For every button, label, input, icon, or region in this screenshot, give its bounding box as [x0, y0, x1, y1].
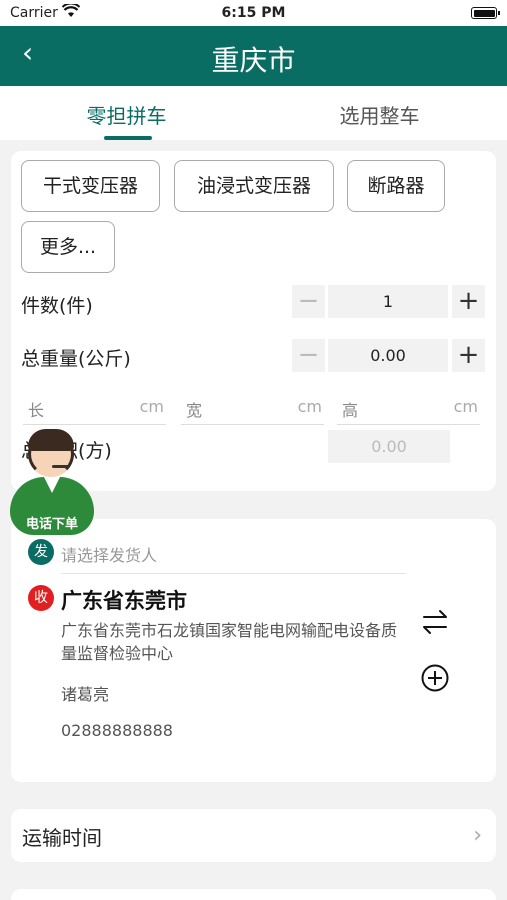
transport-time-row[interactable]: 运输时间 › — [11, 809, 496, 862]
chevron-right-icon: › — [473, 823, 482, 848]
active-tab-indicator — [104, 136, 152, 140]
receiver-city[interactable]: 广东省东莞市 — [61, 585, 187, 615]
agent-avatar-hair — [28, 429, 74, 451]
height-label: 高 — [342, 401, 359, 420]
divider — [61, 573, 406, 574]
status-bar: Carrier 6:15 PM — [0, 0, 507, 26]
battery-icon — [471, 7, 500, 19]
quantity-minus-button[interactable]: − — [292, 285, 325, 318]
next-card — [11, 889, 496, 900]
width-label: 宽 — [186, 401, 203, 420]
quantity-label: 件数(件) — [21, 295, 93, 317]
weight-label: 总重量(公斤) — [21, 348, 131, 370]
receiver-badge: 收 — [28, 585, 54, 611]
receiver-address[interactable]: 广东省东莞市石龙镇国家智能电网输配电设备质量监督检验中心 — [61, 619, 406, 665]
add-circle-icon[interactable] — [420, 663, 450, 693]
receiver-phone: 02888888888 — [61, 721, 173, 740]
category-chip-more[interactable]: 更多... — [21, 221, 115, 273]
receiver-name: 诸葛亮 — [61, 685, 110, 704]
tab-full-truck[interactable]: 选用整车 — [253, 100, 506, 129]
swap-icon[interactable] — [421, 607, 449, 637]
length-field[interactable]: 长 cm — [23, 395, 166, 425]
phone-order-button[interactable]: 电话下单 — [8, 425, 96, 537]
length-unit: cm — [139, 397, 164, 416]
page-title: 重庆市 — [211, 44, 296, 77]
width-field[interactable]: 宽 cm — [181, 395, 324, 425]
sender-badge: 发 — [28, 539, 54, 565]
height-field[interactable]: 高 cm — [337, 395, 480, 425]
address-card: 发 请选择发货人 收 广东省东莞市 广东省东莞市石龙镇国家智能电网输配电设备质量… — [11, 519, 496, 782]
tab-ltl-carpool[interactable]: 零担拼车 — [0, 100, 253, 129]
height-unit: cm — [453, 397, 478, 416]
nav-bar: ‹ 重庆市 — [0, 26, 507, 86]
transport-time-label: 运输时间 — [22, 826, 102, 850]
weight-value[interactable]: 0.00 — [328, 339, 448, 372]
quantity-plus-button[interactable]: + — [452, 285, 485, 318]
category-chip-breaker[interactable]: 断路器 — [347, 160, 445, 212]
clock: 6:15 PM — [221, 5, 286, 21]
sender-select[interactable]: 请选择发货人 — [61, 542, 157, 566]
headset-icon — [52, 465, 70, 468]
weight-plus-button[interactable]: + — [452, 339, 485, 372]
volume-value: 0.00 — [328, 430, 450, 463]
weight-minus-button[interactable]: − — [292, 339, 325, 372]
phone-order-label: 电话下单 — [25, 517, 78, 532]
width-unit: cm — [297, 397, 322, 416]
quantity-value[interactable]: 1 — [328, 285, 448, 318]
category-chip-oil-transformer[interactable]: 油浸式变压器 — [174, 160, 334, 212]
category-chip-dry-transformer[interactable]: 干式变压器 — [21, 160, 160, 212]
tab-bar: 零担拼车 选用整车 — [0, 86, 507, 140]
length-label: 长 — [28, 401, 45, 420]
